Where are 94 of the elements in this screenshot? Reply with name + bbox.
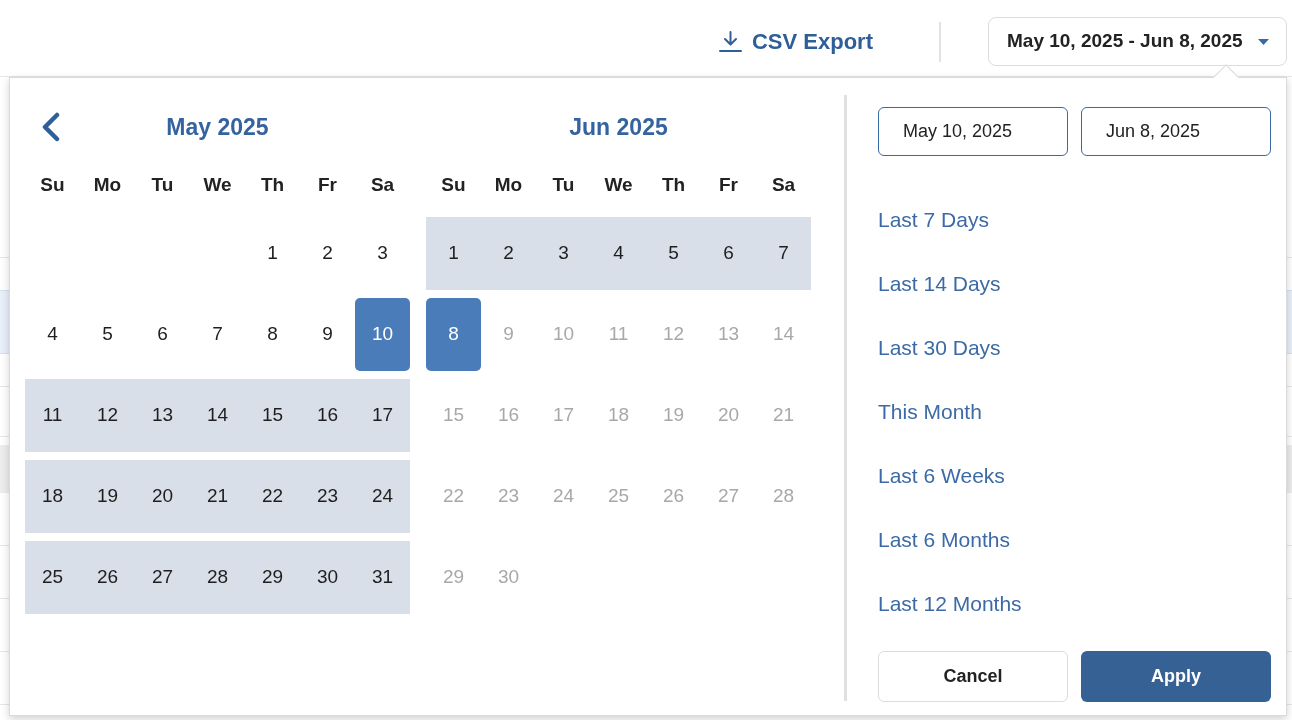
calendar-day: 23 (481, 460, 536, 533)
calendar-day: 16 (481, 379, 536, 452)
calendar-day[interactable]: 1 (245, 217, 300, 290)
calendar-day: 24 (536, 460, 591, 533)
calendar-day: 12 (646, 298, 701, 371)
preset-option[interactable]: Last 7 Days (878, 204, 989, 236)
start-date-field[interactable]: May 10, 2025 (878, 107, 1068, 156)
calendar-day[interactable]: 4 (25, 298, 80, 371)
calendar-day[interactable]: 24 (355, 460, 410, 533)
calendar-day: 28 (756, 460, 811, 533)
calendar-day[interactable]: 26 (80, 541, 135, 614)
calendar-day[interactable]: 2 (481, 217, 536, 290)
calendar-day[interactable]: 4 (591, 217, 646, 290)
calendar-day[interactable]: 7 (190, 298, 245, 371)
preset-option[interactable]: Last 6 Weeks (878, 460, 1005, 492)
calendar-day[interactable]: 2 (300, 217, 355, 290)
calendar-day: 21 (756, 379, 811, 452)
date-range-button[interactable]: May 10, 2025 - Jun 8, 2025 (988, 17, 1287, 66)
calendar-day[interactable]: 31 (355, 541, 410, 614)
calendar-day[interactable]: 28 (190, 541, 245, 614)
weekday-label: Tu (552, 172, 575, 197)
calendar-day: 17 (536, 379, 591, 452)
weekday-label: Th (260, 172, 285, 197)
chevron-left-icon (40, 112, 60, 142)
calendar-day: 18 (591, 379, 646, 452)
weekday-label: We (203, 172, 232, 197)
calendar-day[interactable]: 12 (80, 379, 135, 452)
calendar-day: 14 (756, 298, 811, 371)
weekday-label: Tu (151, 172, 174, 197)
apply-button[interactable]: Apply (1081, 651, 1271, 702)
preset-option[interactable]: Last 12 Months (878, 588, 1022, 620)
calendar-day[interactable]: 30 (300, 541, 355, 614)
calendar-day: 10 (536, 298, 591, 371)
calendar-day[interactable]: 27 (135, 541, 190, 614)
calendar-day[interactable]: 18 (25, 460, 80, 533)
calendar-day[interactable]: 16 (300, 379, 355, 452)
weekday-label: Fr (318, 172, 337, 197)
weekday-label: Th (661, 172, 686, 197)
weekday-label: We (604, 172, 633, 197)
weekday-label: Sa (370, 172, 395, 197)
calendar-day: 11 (591, 298, 646, 371)
calendar-day: 20 (701, 379, 756, 452)
calendar-day[interactable]: 3 (536, 217, 591, 290)
calendar-day[interactable]: 14 (190, 379, 245, 452)
calendar-day: 27 (701, 460, 756, 533)
calendar-day[interactable]: 5 (80, 298, 135, 371)
weekday-label: Fr (719, 172, 738, 197)
month-title: Jun 2025 (569, 112, 668, 142)
calendar-day: 25 (591, 460, 646, 533)
calendar-day: 13 (701, 298, 756, 371)
previous-month-button[interactable] (40, 112, 60, 142)
download-icon (718, 31, 742, 52)
calendar-day[interactable]: 17 (355, 379, 410, 452)
calendar-day[interactable]: 6 (701, 217, 756, 290)
calendar-day[interactable]: 11 (25, 379, 80, 452)
calendar-day[interactable]: 19 (80, 460, 135, 533)
preset-option[interactable]: Last 6 Months (878, 524, 1010, 556)
end-date-field[interactable]: Jun 8, 2025 (1081, 107, 1271, 156)
month-title: May 2025 (166, 112, 269, 142)
calendar-day[interactable]: 29 (245, 541, 300, 614)
weekday-label: Mo (494, 172, 523, 197)
weekday-label: Mo (93, 172, 122, 197)
calendar-day[interactable]: 9 (300, 298, 355, 371)
calendar-day: 9 (481, 298, 536, 371)
calendar-day[interactable]: 6 (135, 298, 190, 371)
calendar-day[interactable]: 21 (190, 460, 245, 533)
calendar-day[interactable]: 1 (426, 217, 481, 290)
calendar-day[interactable]: 8 (245, 298, 300, 371)
calendar-day[interactable]: 23 (300, 460, 355, 533)
calendar-day: 15 (426, 379, 481, 452)
cancel-button[interactable]: Cancel (878, 651, 1068, 702)
calendar-day[interactable]: 20 (135, 460, 190, 533)
calendar-day[interactable]: 3 (355, 217, 410, 290)
weekday-label: Sa (771, 172, 796, 197)
caret-down-icon (1258, 38, 1269, 45)
calendar-day[interactable]: 7 (756, 217, 811, 290)
calendar-day: 26 (646, 460, 701, 533)
calendar-day[interactable]: 8 (426, 298, 481, 371)
calendar-day[interactable]: 13 (135, 379, 190, 452)
csv-export-button[interactable]: CSV Export (718, 17, 873, 66)
calendar-day[interactable]: 5 (646, 217, 701, 290)
calendar-day[interactable]: 25 (25, 541, 80, 614)
calendar-day[interactable]: 10 (355, 298, 410, 371)
calendar-day[interactable]: 15 (245, 379, 300, 452)
calendar-day: 19 (646, 379, 701, 452)
calendar-day: 22 (426, 460, 481, 533)
calendar-day[interactable]: 22 (245, 460, 300, 533)
calendar-day: 30 (481, 541, 536, 614)
preset-option[interactable]: This Month (878, 396, 982, 428)
calendar-day: 29 (426, 541, 481, 614)
preset-option[interactable]: Last 14 Days (878, 268, 1001, 300)
weekday-label: Su (441, 172, 466, 197)
weekday-label: Su (40, 172, 65, 197)
preset-option[interactable]: Last 30 Days (878, 332, 1001, 364)
